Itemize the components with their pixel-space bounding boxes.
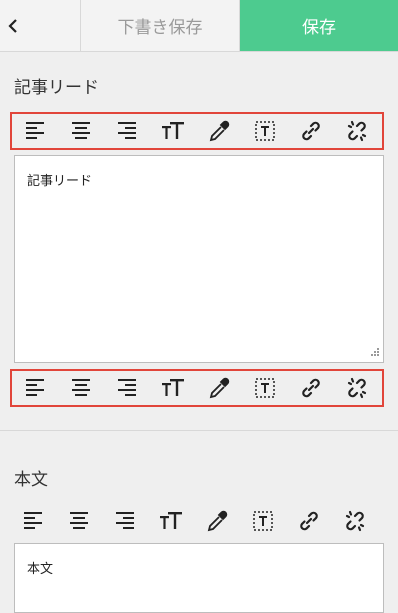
- eyedropper-button[interactable]: [194, 504, 240, 538]
- link-icon: [302, 121, 320, 141]
- resize-handle-icon[interactable]: [369, 348, 379, 358]
- text-box-button[interactable]: [242, 371, 288, 405]
- align-center-button[interactable]: [58, 114, 104, 148]
- unlink-icon: [347, 377, 367, 399]
- lead-toolbar-bottom: [10, 369, 384, 407]
- align-left-button[interactable]: [12, 371, 58, 405]
- save-button[interactable]: 保存: [240, 0, 398, 51]
- text-size-icon: [160, 512, 182, 529]
- top-bar: 下書き保存 保存: [0, 0, 398, 52]
- lead-textarea[interactable]: 記事リード: [14, 155, 384, 363]
- link-button[interactable]: [288, 114, 334, 148]
- unlink-icon: [345, 510, 365, 532]
- align-right-button[interactable]: [104, 114, 150, 148]
- eyedropper-icon: [209, 377, 230, 399]
- lead-section-title: 記事リード: [14, 78, 99, 98]
- align-center-icon: [70, 512, 88, 529]
- body-textarea-value: 本文: [27, 562, 54, 577]
- text-size-icon: [162, 122, 184, 139]
- align-right-icon: [116, 512, 134, 529]
- text-box-icon: [255, 378, 275, 398]
- chevron-left-icon: [8, 19, 17, 33]
- unlink-icon: [347, 120, 367, 142]
- eyedropper-icon: [207, 510, 228, 532]
- lead-textarea-value: 記事リード: [27, 174, 93, 189]
- align-right-button[interactable]: [102, 504, 148, 538]
- save-draft-button[interactable]: 下書き保存: [81, 0, 240, 51]
- link-button[interactable]: [286, 504, 332, 538]
- lead-toolbar-top: [10, 112, 384, 150]
- text-size-button[interactable]: [150, 371, 196, 405]
- text-box-button[interactable]: [240, 504, 286, 538]
- body-section-title: 本文: [14, 470, 48, 490]
- align-left-button[interactable]: [10, 504, 56, 538]
- link-icon: [302, 378, 320, 398]
- eyedropper-button[interactable]: [196, 114, 242, 148]
- align-left-icon: [26, 379, 44, 396]
- text-size-button[interactable]: [148, 504, 194, 538]
- align-right-icon: [118, 122, 136, 139]
- align-left-button[interactable]: [12, 114, 58, 148]
- align-center-icon: [72, 379, 90, 396]
- align-center-button[interactable]: [58, 371, 104, 405]
- eyedropper-button[interactable]: [196, 371, 242, 405]
- align-left-icon: [26, 122, 44, 139]
- text-box-button[interactable]: [242, 114, 288, 148]
- eyedropper-icon: [209, 120, 230, 142]
- align-left-icon: [24, 512, 42, 529]
- link-icon: [300, 511, 318, 531]
- unlink-button[interactable]: [332, 504, 378, 538]
- align-right-button[interactable]: [104, 371, 150, 405]
- align-center-icon: [72, 122, 90, 139]
- section-divider: [0, 430, 398, 431]
- link-button[interactable]: [288, 371, 334, 405]
- align-right-icon: [118, 379, 136, 396]
- text-box-icon: [255, 121, 275, 141]
- back-button[interactable]: [0, 0, 81, 51]
- body-textarea[interactable]: 本文: [14, 543, 384, 613]
- text-size-icon: [162, 379, 184, 396]
- text-box-icon: [253, 511, 273, 531]
- text-size-button[interactable]: [150, 114, 196, 148]
- unlink-button[interactable]: [334, 114, 380, 148]
- body-toolbar: [10, 502, 384, 540]
- align-center-button[interactable]: [56, 504, 102, 538]
- unlink-button[interactable]: [334, 371, 380, 405]
